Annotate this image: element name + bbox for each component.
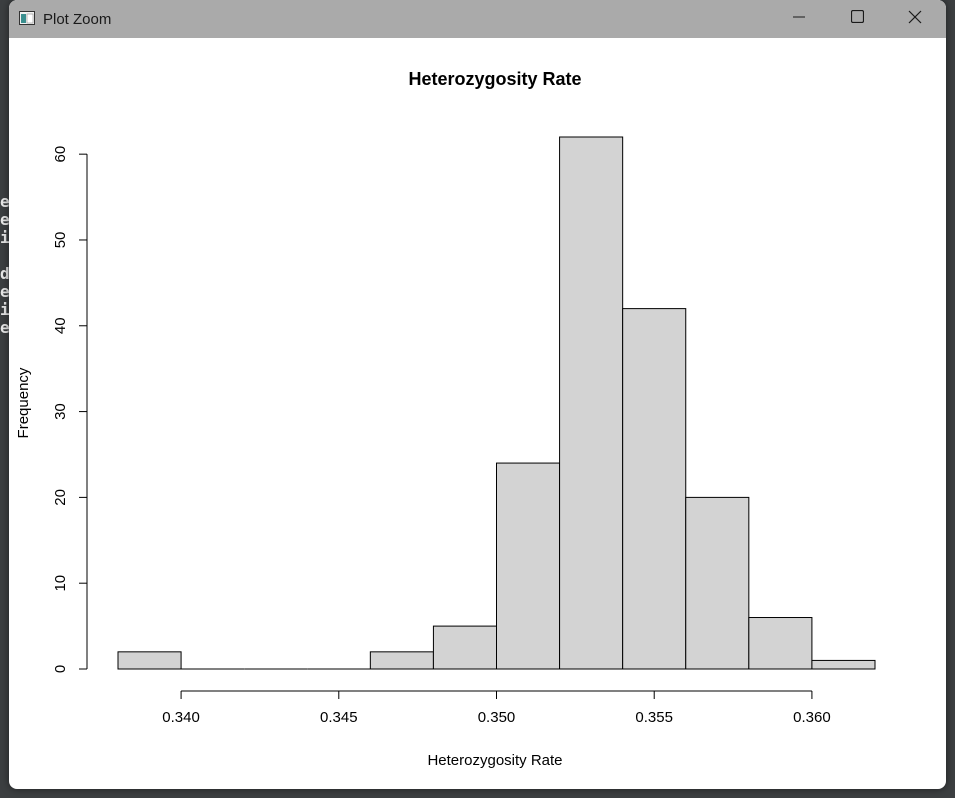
histogram-bar bbox=[748, 617, 813, 670]
histogram-bar bbox=[811, 659, 876, 670]
histogram-bar bbox=[559, 136, 624, 670]
chart-title: Heterozygosity Rate bbox=[408, 69, 581, 89]
histogram-bar bbox=[369, 651, 434, 670]
histogram-bar bbox=[496, 462, 561, 670]
y-tick-label: 10 bbox=[52, 575, 69, 592]
x-tick-label: 0.345 bbox=[320, 709, 358, 726]
y-axis-label: Frequency bbox=[15, 367, 32, 438]
x-axis-label: Heterozygosity Rate bbox=[427, 752, 562, 769]
minimize-button[interactable] bbox=[770, 0, 828, 38]
x-tick-label: 0.360 bbox=[793, 709, 831, 726]
histogram-chart: Heterozygosity Rate Frequency Heterozygo… bbox=[15, 69, 876, 769]
y-tick-label: 50 bbox=[52, 232, 69, 249]
y-tick-label: 40 bbox=[52, 317, 69, 334]
histogram-bar bbox=[432, 625, 497, 670]
bars bbox=[117, 136, 876, 670]
x-tick-label: 0.340 bbox=[162, 709, 200, 726]
y-tick-label: 20 bbox=[52, 489, 69, 506]
x-tick-label: 0.350 bbox=[478, 709, 516, 726]
histogram-bar bbox=[117, 651, 182, 670]
app-icon bbox=[19, 11, 35, 25]
title-bar[interactable]: Plot Zoom bbox=[9, 0, 946, 38]
maximize-button[interactable] bbox=[828, 0, 886, 38]
minimize-icon bbox=[793, 10, 805, 28]
close-button[interactable] bbox=[886, 0, 944, 38]
x-axis: 0.340 0.345 0.350 0.355 0.360 bbox=[162, 690, 831, 726]
histogram-bar bbox=[685, 496, 750, 670]
maximize-icon bbox=[850, 9, 864, 28]
histogram-bar bbox=[622, 308, 687, 670]
y-tick-label: 30 bbox=[52, 403, 69, 420]
y-tick-label: 0 bbox=[52, 665, 69, 673]
x-tick-label: 0.355 bbox=[635, 709, 673, 726]
y-axis: 0 10 20 30 40 50 60 bbox=[52, 146, 88, 673]
plot-area: Heterozygosity Rate Frequency Heterozygo… bbox=[9, 38, 946, 789]
y-tick-label: 60 bbox=[52, 146, 69, 163]
plot-zoom-window: Plot Zoom Heterozygosity Rate Frequency … bbox=[9, 0, 946, 789]
window-title: Plot Zoom bbox=[43, 11, 112, 28]
close-icon bbox=[908, 10, 922, 29]
